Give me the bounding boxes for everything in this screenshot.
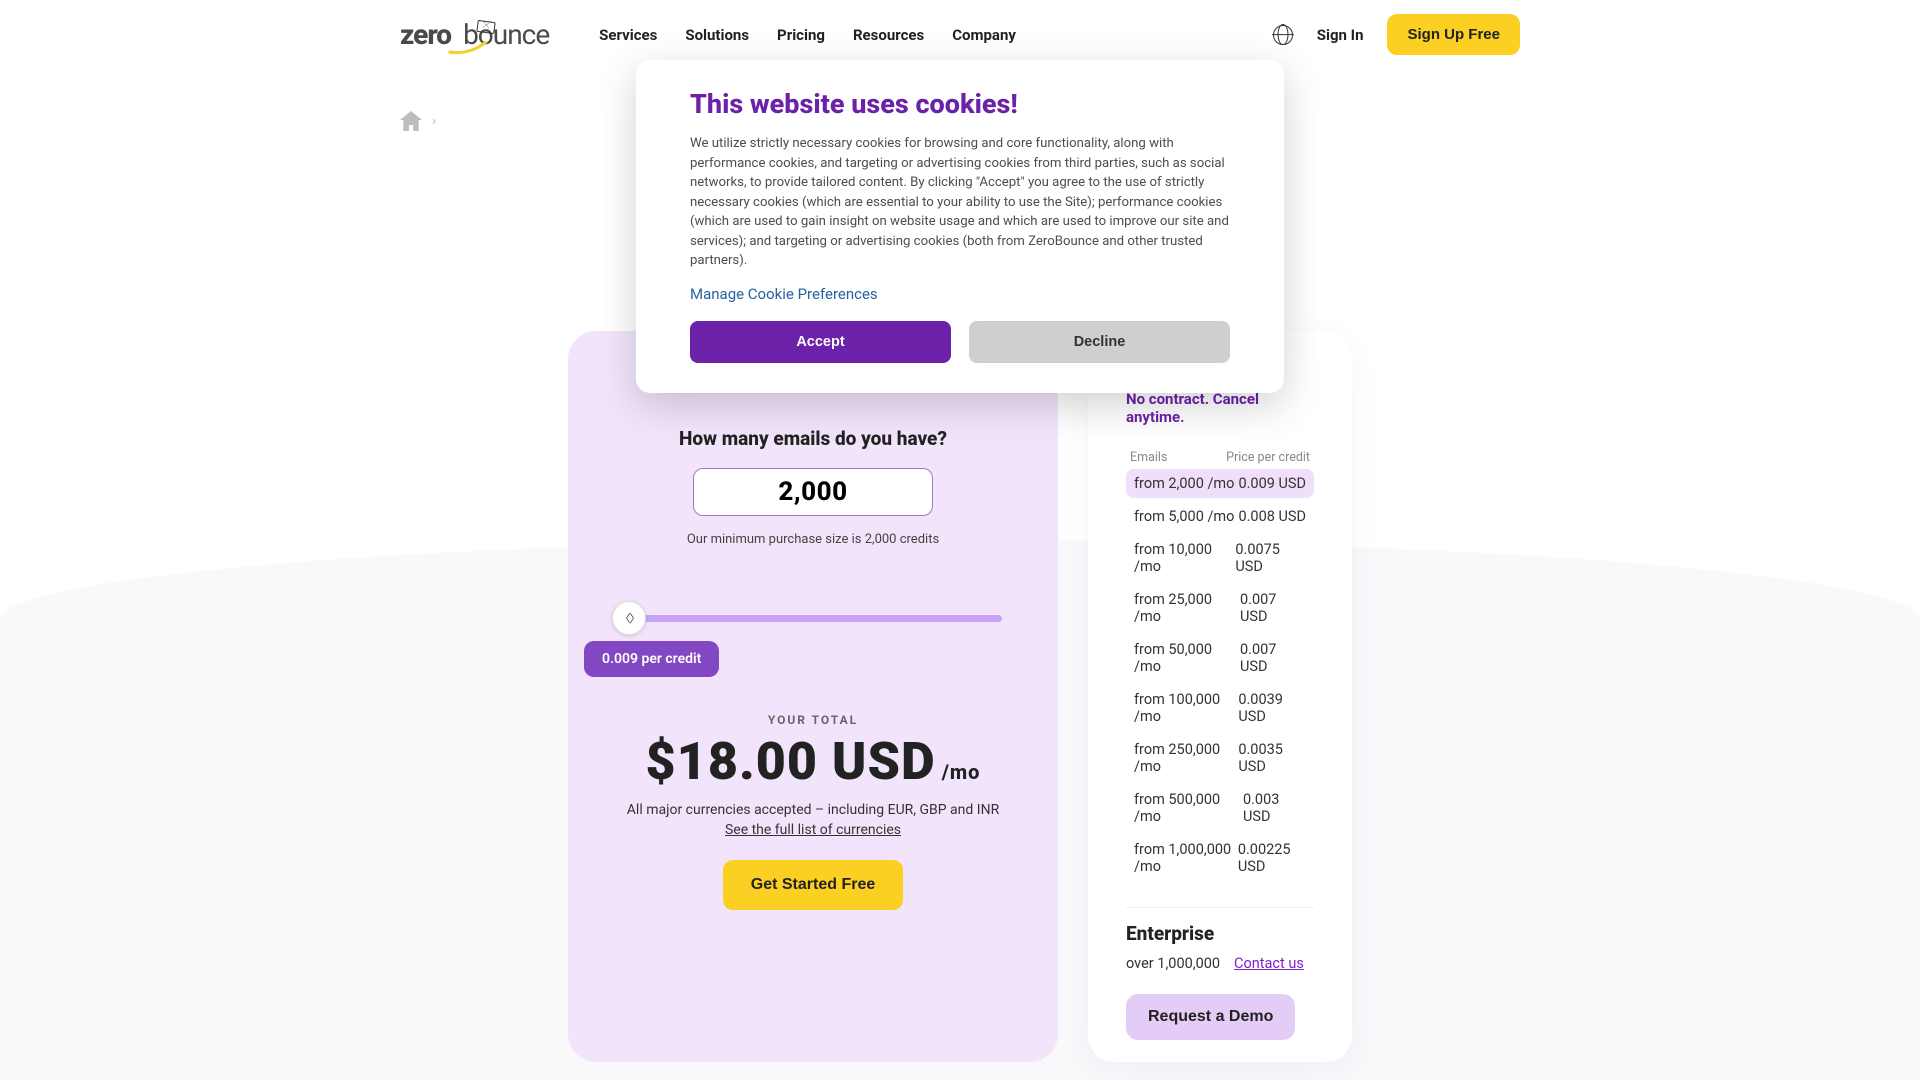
rate-tier[interactable]: from 2,000 /mo0.009 USD bbox=[1126, 469, 1314, 498]
rates-card: Monthly Rates No contract. Cancel anytim… bbox=[1088, 331, 1352, 1062]
min-purchase-hint: Our minimum purchase size is 2,000 credi… bbox=[612, 532, 1014, 547]
pricing-main: Pay-As-You-Go Monthly How many emails do… bbox=[560, 331, 1360, 1062]
total-amount: $18.00 USD bbox=[646, 731, 936, 792]
cookie-accept-button[interactable]: Accept bbox=[690, 321, 951, 363]
credit-slider[interactable]: 〈 〉 0.009 per credit bbox=[612, 589, 1014, 679]
see-currencies-link[interactable]: See the full list of currencies bbox=[612, 822, 1014, 838]
enterprise-over-label: over 1,000,000 bbox=[1126, 955, 1220, 972]
rates-header: Emails Price per credit bbox=[1126, 450, 1314, 465]
slider-thumb[interactable]: 〈 〉 bbox=[612, 601, 646, 635]
rate-tier[interactable]: from 100,000 /mo0.0039 USD bbox=[1126, 685, 1314, 731]
nav-company[interactable]: Company bbox=[952, 26, 1016, 44]
your-total-label: YOUR TOTAL bbox=[612, 713, 1014, 727]
manage-cookie-preferences-link[interactable]: Manage Cookie Preferences bbox=[690, 285, 878, 303]
main-nav: Services Solutions Pricing Resources Com… bbox=[599, 26, 1016, 44]
price-per-credit-badge: 0.009 per credit bbox=[584, 641, 719, 677]
slider-track bbox=[624, 615, 1002, 622]
nav-services[interactable]: Services bbox=[599, 26, 657, 44]
contact-us-link[interactable]: Contact us bbox=[1234, 955, 1304, 972]
rate-tier[interactable]: from 5,000 /mo0.008 USD bbox=[1126, 502, 1314, 531]
cookie-body: We utilize strictly necessary cookies fo… bbox=[690, 134, 1230, 271]
per-month-suffix: /mo bbox=[942, 760, 981, 784]
rate-tier[interactable]: from 50,000 /mo0.007 USD bbox=[1126, 635, 1314, 681]
divider bbox=[1126, 907, 1314, 908]
rate-tier[interactable]: from 25,000 /mo0.007 USD bbox=[1126, 585, 1314, 631]
home-icon[interactable] bbox=[400, 111, 422, 131]
rate-tier[interactable]: from 1,000,000 /mo0.00225 USD bbox=[1126, 835, 1314, 881]
chevron-right-icon: › bbox=[432, 113, 436, 129]
header: zero bounce Services Solutions Pricing R… bbox=[360, 0, 1560, 55]
get-started-free-button[interactable]: Get Started Free bbox=[723, 860, 903, 910]
email-count-question: How many emails do you have? bbox=[612, 427, 1014, 450]
cookie-decline-button[interactable]: Decline bbox=[969, 321, 1230, 363]
calculator-card: Pay-As-You-Go Monthly How many emails do… bbox=[568, 331, 1058, 1062]
nav-solutions[interactable]: Solutions bbox=[685, 26, 749, 44]
email-count-input[interactable] bbox=[693, 468, 933, 516]
slider-handle-icon: 〈 〉 bbox=[620, 610, 639, 626]
rate-tier[interactable]: from 500,000 /mo0.003 USD bbox=[1126, 785, 1314, 831]
rates-header-emails: Emails bbox=[1130, 450, 1167, 465]
rate-tier[interactable]: from 250,000 /mo0.0035 USD bbox=[1126, 735, 1314, 781]
total-price: $18.00 USD/mo bbox=[612, 731, 1014, 792]
logo[interactable]: zero bounce bbox=[400, 18, 549, 51]
sign-up-free-button[interactable]: Sign Up Free bbox=[1387, 14, 1520, 55]
sign-in-link[interactable]: Sign In bbox=[1317, 26, 1364, 44]
cookie-modal: This website uses cookies! We utilize st… bbox=[636, 60, 1284, 393]
rates-subtitle: No contract. Cancel anytime. bbox=[1126, 390, 1314, 426]
rates-header-price: Price per credit bbox=[1226, 450, 1310, 465]
globe-icon[interactable] bbox=[1273, 25, 1293, 45]
request-demo-button[interactable]: Request a Demo bbox=[1126, 994, 1295, 1040]
rate-tier[interactable]: from 10,000 /mo0.0075 USD bbox=[1126, 535, 1314, 581]
enterprise-title: Enterprise bbox=[1126, 922, 1314, 945]
header-right: Sign In Sign Up Free bbox=[1273, 14, 1520, 55]
currencies-note: All major currencies accepted – includin… bbox=[612, 802, 1014, 818]
nav-resources[interactable]: Resources bbox=[853, 26, 924, 44]
envelope-icon bbox=[476, 20, 495, 34]
nav-pricing[interactable]: Pricing bbox=[777, 26, 825, 44]
cookie-title: This website uses cookies! bbox=[690, 88, 1230, 120]
